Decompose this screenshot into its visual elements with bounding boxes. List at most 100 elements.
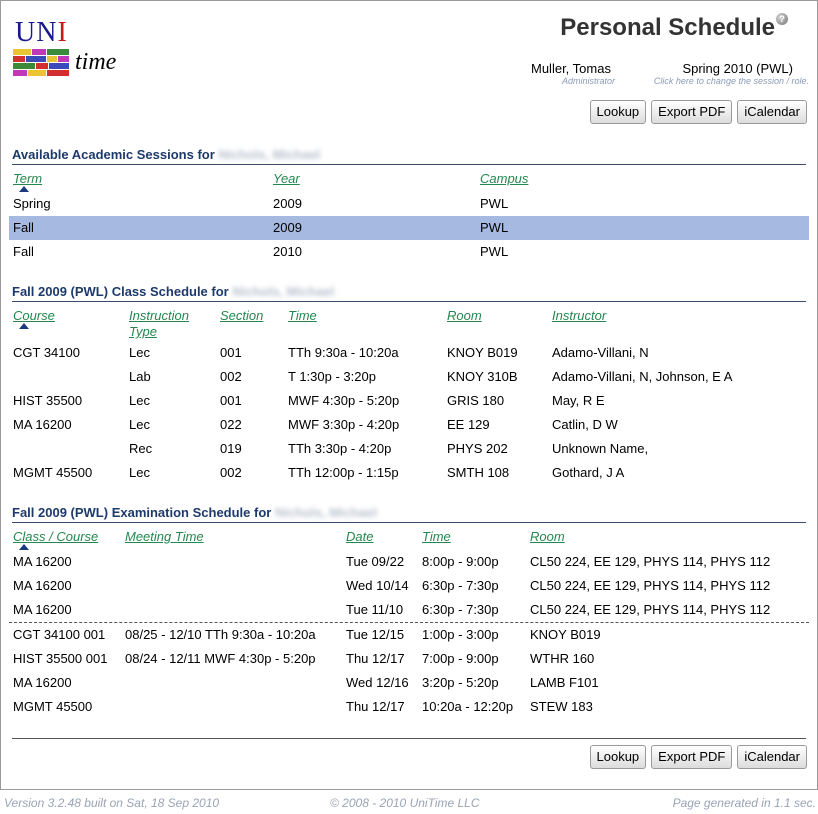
- column-header-instructor[interactable]: Instructor: [552, 308, 606, 323]
- class-row[interactable]: MGMT 45500 Lec 002 TTh 12:00p - 1:15p SM…: [9, 461, 809, 485]
- exam-date: Tue 09/22: [346, 554, 405, 569]
- exam-room: WTHR 160: [530, 651, 595, 666]
- class-row[interactable]: HIST 35500 Lec 001 MWF 4:30p - 5:20p GRI…: [9, 389, 809, 413]
- session-row[interactable]: Fall 2010 PWL: [9, 240, 809, 264]
- export-pdf-button[interactable]: Export PDF: [651, 100, 733, 124]
- exam-time: 10:20a - 12:20p: [422, 699, 514, 714]
- exam-room: CL50 224, EE 129, PHYS 114, PHYS 112: [530, 602, 771, 617]
- sort-ascending-icon: [19, 323, 29, 329]
- session-term: Fall: [13, 244, 34, 259]
- exam-row[interactable]: MGMT 45500 Thu 12/17 10:20a - 12:20p STE…: [9, 695, 809, 719]
- exam-time: 3:20p - 5:20p: [422, 675, 499, 690]
- class-instructor: Adamo-Villani, N, Johnson, E A: [552, 369, 733, 384]
- class-type: Lec: [129, 345, 150, 360]
- export-pdf-button[interactable]: Export PDF: [651, 745, 733, 769]
- lookup-button[interactable]: Lookup: [589, 100, 647, 124]
- exam-room: CL50 224, EE 129, PHYS 114, PHYS 112: [530, 578, 771, 593]
- column-header-date[interactable]: Date: [346, 529, 373, 544]
- exam-row[interactable]: MA 16200 Wed 10/14 6:30p - 7:30p CL50 22…: [9, 574, 809, 598]
- logo-wordmark: UNI: [15, 17, 68, 48]
- exam-time: 1:00p - 3:00p: [422, 627, 499, 642]
- exam-course: HIST 35500 001: [13, 651, 108, 666]
- class-room: EE 129: [447, 417, 490, 432]
- class-row[interactable]: Lab 002 T 1:30p - 3:20p KNOY 310B Adamo-…: [9, 365, 809, 389]
- user-role[interactable]: Administrator: [562, 76, 615, 86]
- change-session-hint[interactable]: Click here to change the session / role.: [654, 76, 809, 86]
- class-instructor: Catlin, D W: [552, 417, 618, 432]
- exam-time: 6:30p - 7:30p: [422, 602, 499, 617]
- class-schedule-person-name: Nichols, Michael: [232, 284, 335, 299]
- lookup-button[interactable]: Lookup: [589, 745, 647, 769]
- class-room: KNOY B019: [447, 345, 518, 360]
- column-header-room[interactable]: Room: [447, 308, 482, 323]
- class-time: MWF 3:30p - 4:20p: [288, 417, 400, 432]
- session-year: 2009: [273, 196, 302, 211]
- class-time: MWF 4:30p - 5:20p: [288, 393, 400, 408]
- class-instructor: Adamo-Villani, N: [552, 345, 649, 360]
- class-type: Lec: [129, 393, 150, 408]
- column-header-exam-room[interactable]: Room: [530, 529, 565, 544]
- column-header-class-course[interactable]: Class / Course: [13, 529, 98, 544]
- session-year: 2010: [273, 244, 302, 259]
- class-type: Lec: [129, 465, 150, 480]
- column-header-time[interactable]: Time: [288, 308, 317, 323]
- class-section: 019: [220, 441, 242, 456]
- footer-copyright[interactable]: © 2008 - 2010 UniTime LLC: [330, 796, 479, 810]
- icalendar-button[interactable]: iCalendar: [737, 100, 807, 124]
- session-term: Spring: [13, 196, 51, 211]
- exam-course: MA 16200: [13, 602, 72, 617]
- exam-row[interactable]: MA 16200 Wed 12/16 3:20p - 5:20p LAMB F1…: [9, 671, 809, 695]
- exam-date: Thu 12/17: [346, 699, 405, 714]
- class-room: SMTH 108: [447, 465, 510, 480]
- column-header-year[interactable]: Year: [273, 171, 300, 186]
- column-header-meeting-time[interactable]: Meeting Time: [125, 529, 204, 544]
- class-instructor: May, R E: [552, 393, 605, 408]
- help-icon[interactable]: ?: [776, 13, 788, 25]
- top-button-row: Lookup Export PDF iCalendar: [589, 100, 807, 124]
- exam-room: CL50 224, EE 129, PHYS 114, PHYS 112: [530, 554, 771, 569]
- session-row[interactable]: Spring 2009 PWL: [9, 192, 809, 216]
- class-section: 001: [220, 345, 242, 360]
- logo-time-text: time: [75, 49, 117, 75]
- exam-time: 8:00p - 9:00p: [422, 554, 499, 569]
- session-term: Fall: [13, 220, 34, 235]
- class-room: PHYS 202: [447, 441, 508, 456]
- session-row-selected[interactable]: Fall 2009 PWL: [9, 216, 809, 240]
- exam-room: LAMB F101: [530, 675, 599, 690]
- bottom-divider: [12, 738, 806, 739]
- class-schedule-title: Fall 2009 (PWL) Class Schedule for: [12, 284, 229, 299]
- exam-row[interactable]: MA 16200 Tue 09/22 8:00p - 9:00p CL50 22…: [9, 550, 809, 574]
- exam-date: Tue 12/15: [346, 627, 405, 642]
- class-room: KNOY 310B: [447, 369, 518, 384]
- column-header-instruction[interactable]: Instruction: [129, 308, 189, 323]
- current-session[interactable]: Spring 2010 (PWL): [682, 61, 793, 76]
- exam-room: STEW 183: [530, 699, 593, 714]
- unitime-logo[interactable]: UNI time: [13, 19, 125, 81]
- column-header-section[interactable]: Section: [220, 308, 263, 323]
- class-row[interactable]: MA 16200 Lec 022 MWF 3:30p - 4:20p EE 12…: [9, 413, 809, 437]
- column-header-type[interactable]: Type: [129, 324, 157, 339]
- column-header-campus[interactable]: Campus: [480, 171, 528, 186]
- exam-row[interactable]: CGT 34100 001 08/25 - 12/10 TTh 9:30a - …: [9, 623, 809, 647]
- class-type: Lab: [129, 369, 151, 384]
- exam-room: KNOY B019: [530, 627, 601, 642]
- class-time: T 1:30p - 3:20p: [288, 369, 376, 384]
- page-frame: UNI time Personal Schedule ? Muller, Tom…: [0, 0, 818, 790]
- icalendar-button[interactable]: iCalendar: [737, 745, 807, 769]
- column-header-exam-time[interactable]: Time: [422, 529, 451, 544]
- class-section: 022: [220, 417, 242, 432]
- column-header-term[interactable]: Term: [13, 171, 42, 186]
- page-title: Personal Schedule: [560, 14, 775, 41]
- user-name[interactable]: Muller, Tomas: [531, 61, 611, 76]
- class-row[interactable]: Rec 019 TTh 3:30p - 4:20p PHYS 202 Unkno…: [9, 437, 809, 461]
- exam-course: MA 16200: [13, 675, 72, 690]
- exam-schedule-person-name: Nichols, Michael: [274, 505, 377, 520]
- session-year: 2009: [273, 220, 302, 235]
- exam-row[interactable]: HIST 35500 001 08/24 - 12/11 MWF 4:30p -…: [9, 647, 809, 671]
- class-time: TTh 9:30a - 10:20a: [288, 345, 399, 360]
- column-header-course[interactable]: Course: [13, 308, 55, 323]
- class-row[interactable]: CGT 34100 Lec 001 TTh 9:30a - 10:20a KNO…: [9, 341, 809, 365]
- exam-date: Wed 10/14: [346, 578, 409, 593]
- exam-row[interactable]: MA 16200 Tue 11/10 6:30p - 7:30p CL50 22…: [9, 598, 809, 622]
- exam-schedule-section-header: Fall 2009 (PWL) Examination Schedule for…: [12, 505, 806, 523]
